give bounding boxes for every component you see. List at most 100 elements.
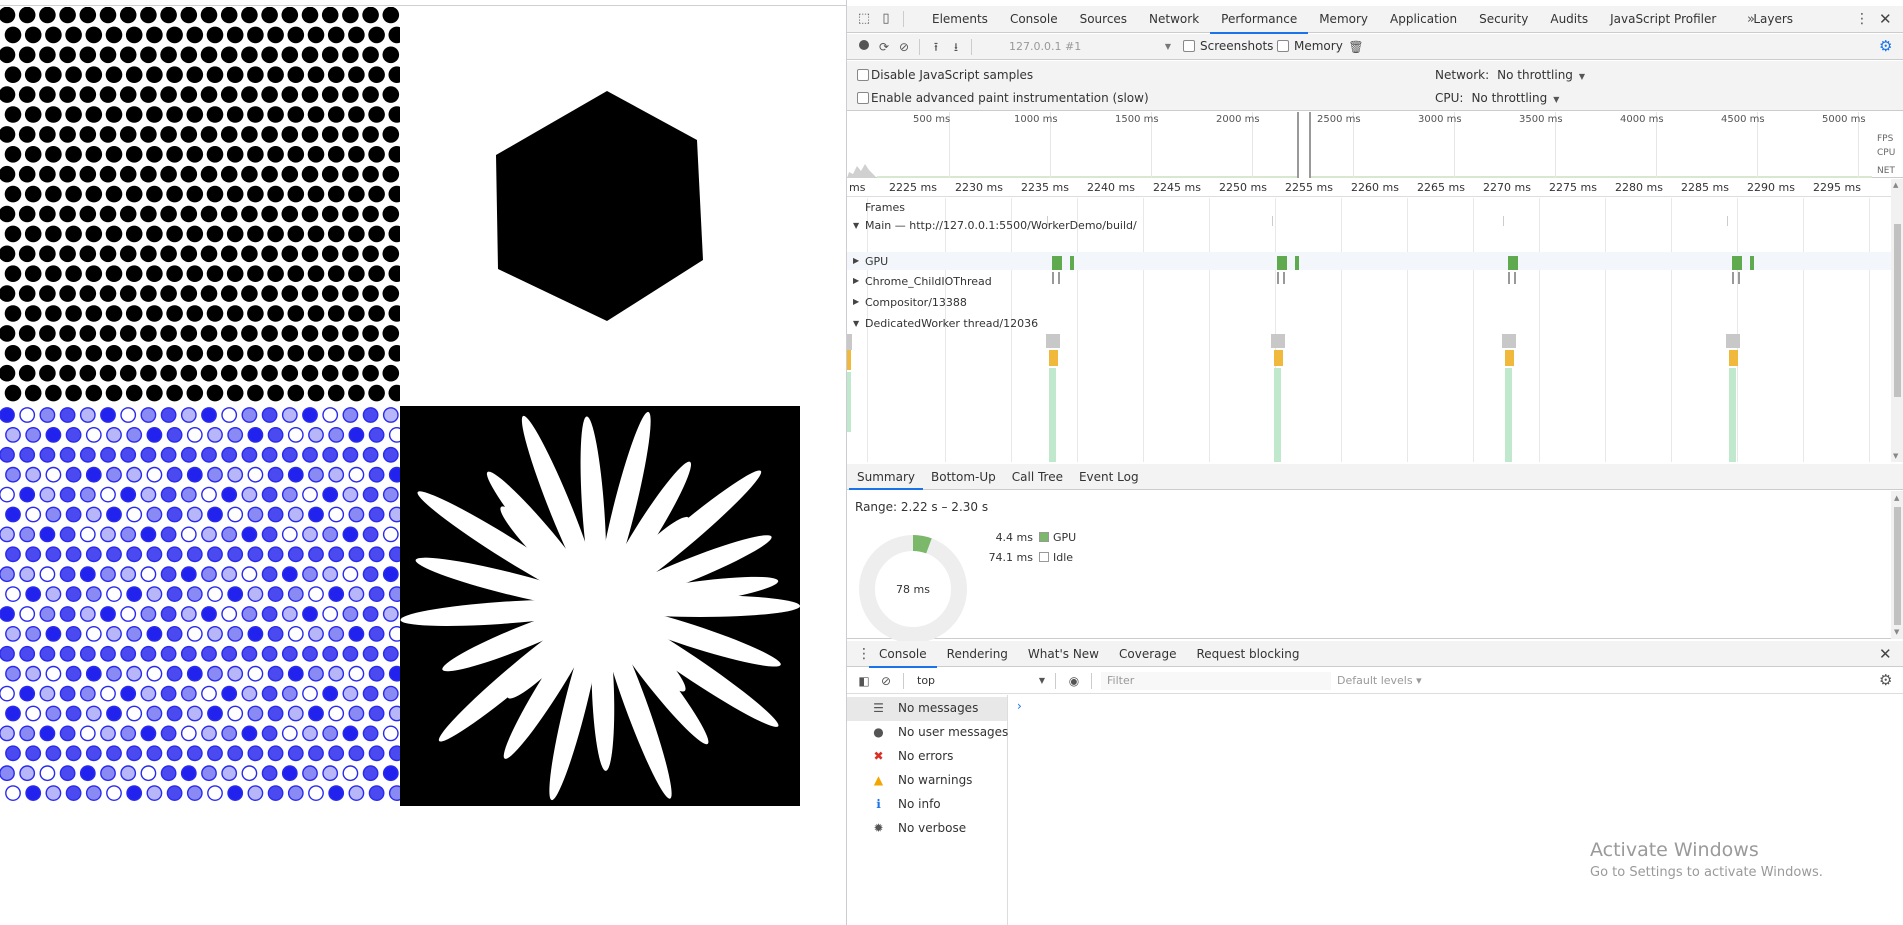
- load-profile-icon[interactable]: ⭱: [927, 38, 945, 56]
- cpu-throttle[interactable]: CPU: No throttling ▼: [1435, 91, 1559, 105]
- clear-icon[interactable]: ⊘: [895, 38, 913, 56]
- close-drawer-icon[interactable]: ✕: [1879, 641, 1892, 667]
- io-thread-track[interactable]: ▶ Chrome_ChildIOThread: [847, 272, 1891, 290]
- tab-javascript-profiler[interactable]: JavaScript Profiler: [1599, 6, 1742, 33]
- tab-sources[interactable]: Sources: [1069, 6, 1138, 33]
- tab-elements[interactable]: Elements: [921, 6, 999, 33]
- gpu-task-bar[interactable]: [1277, 256, 1287, 270]
- worker-script-bar[interactable]: [847, 350, 851, 370]
- tab-application[interactable]: Application: [1379, 6, 1468, 33]
- scrollbar-thumb[interactable]: [1894, 507, 1901, 625]
- console-filter-no-warnings[interactable]: ▲ No warnings: [847, 769, 1007, 793]
- drawer-tab-rendering[interactable]: Rendering: [937, 641, 1018, 667]
- io-task-bar[interactable]: [1508, 272, 1510, 284]
- tab-console[interactable]: Console: [999, 6, 1069, 33]
- more-tabs-button[interactable]: »: [1747, 6, 1755, 33]
- console-settings-gear-icon[interactable]: ⚙: [1879, 671, 1892, 689]
- io-task-bar[interactable]: [1277, 272, 1279, 284]
- console-filter-no-verbose[interactable]: ✹ No verbose: [847, 817, 1007, 841]
- save-profile-icon[interactable]: ⭳: [947, 38, 965, 56]
- main-marker[interactable]: [1503, 216, 1504, 226]
- collapsed-triangle-icon[interactable]: ▶: [853, 256, 859, 265]
- details-tab-summary[interactable]: Summary: [849, 464, 923, 490]
- advanced-paint-checkbox[interactable]: [857, 92, 869, 104]
- reload-record-button[interactable]: ⟳: [875, 38, 893, 56]
- inspect-element-icon[interactable]: ⬚: [855, 10, 873, 28]
- gpu-task-bar[interactable]: [1732, 256, 1742, 270]
- scroll-up-icon[interactable]: ▲: [1893, 181, 1898, 189]
- expanded-triangle-icon[interactable]: ▼: [853, 319, 859, 328]
- tab-security[interactable]: Security: [1468, 6, 1539, 33]
- worker-gc-bar[interactable]: [847, 372, 851, 432]
- main-marker[interactable]: [1727, 216, 1728, 226]
- overview-selection-window[interactable]: [1297, 112, 1311, 178]
- io-task-bar[interactable]: [1052, 272, 1054, 284]
- record-button[interactable]: [855, 38, 873, 56]
- gpu-task-bar[interactable]: [1052, 256, 1062, 270]
- io-task-bar[interactable]: [1738, 272, 1740, 284]
- screenshots-checkbox[interactable]: [1183, 40, 1195, 52]
- worker-task-bar[interactable]: [1726, 334, 1740, 348]
- gpu-task-bar[interactable]: [1070, 256, 1074, 270]
- worker-script-bar[interactable]: [1505, 350, 1514, 366]
- drawer-tab-coverage[interactable]: Coverage: [1109, 641, 1187, 667]
- close-devtools-icon[interactable]: ✕: [1879, 6, 1892, 33]
- main-marker[interactable]: [1272, 216, 1273, 226]
- details-tab-bottom-up[interactable]: Bottom-Up: [923, 464, 1004, 489]
- drawer-tab-what-s-new[interactable]: What's New: [1018, 641, 1109, 667]
- io-task-bar[interactable]: [1058, 272, 1060, 284]
- tab-audits[interactable]: Audits: [1539, 6, 1599, 33]
- gpu-task-bar[interactable]: [1750, 256, 1754, 270]
- console-prompt[interactable]: ›: [1017, 699, 1022, 713]
- worker-task-bar[interactable]: [1502, 334, 1516, 348]
- console-filter-no-user-messages[interactable]: ● No user messages: [847, 721, 1008, 745]
- drawer-tab-console[interactable]: Console: [869, 641, 937, 668]
- worker-task-bar[interactable]: [1271, 334, 1285, 348]
- compositor-track[interactable]: ▶ Compositor/13388: [847, 293, 1891, 311]
- drawer-tab-request-blocking[interactable]: Request blocking: [1187, 641, 1310, 667]
- console-filter-input[interactable]: Filter: [1101, 672, 1331, 690]
- collapsed-triangle-icon[interactable]: ▶: [853, 297, 859, 306]
- capture-settings-gear-icon[interactable]: ⚙: [1879, 37, 1892, 55]
- disable-js-samples-checkbox[interactable]: [857, 69, 869, 81]
- io-task-bar[interactable]: [1283, 272, 1285, 284]
- scroll-up-icon[interactable]: ▲: [1894, 494, 1899, 502]
- worker-gc-bar[interactable]: [1274, 368, 1281, 462]
- details-tab-call-tree[interactable]: Call Tree: [1004, 464, 1071, 489]
- timeline-overview[interactable]: FPS CPU NET 500 ms 1000 ms 1500 ms 2000 ms 2…: [847, 112, 1903, 178]
- main-thread-track[interactable]: ▼ Main — http://127.0.0.1:5500/WorkerDem…: [847, 216, 1891, 236]
- gpu-task-bar[interactable]: [1508, 256, 1518, 270]
- scrollbar-thumb[interactable]: [1894, 224, 1901, 397]
- frames-track[interactable]: Frames: [847, 198, 1891, 216]
- garbage-collect-icon[interactable]: 🗑: [1347, 38, 1365, 56]
- worker-task-bar[interactable]: [847, 334, 852, 350]
- tab-network[interactable]: Network: [1138, 6, 1210, 33]
- io-task-bar[interactable]: [1514, 272, 1516, 284]
- main-marker[interactable]: [1047, 216, 1048, 226]
- recording-select[interactable]: 127.0.0.1 #1 ▼: [1005, 38, 1175, 56]
- network-throttle[interactable]: Network: No throttling ▼: [1435, 68, 1585, 82]
- flame-chart-scrollbar[interactable]: ▲ ▼: [1891, 179, 1903, 462]
- expanded-triangle-icon[interactable]: ▼: [853, 221, 859, 230]
- worker-gc-bar[interactable]: [1505, 368, 1512, 462]
- scroll-down-icon[interactable]: ▼: [1893, 452, 1898, 460]
- tab-memory[interactable]: Memory: [1308, 6, 1379, 33]
- summary-scrollbar[interactable]: ▲ ▼: [1891, 491, 1903, 639]
- console-filter-no-messages[interactable]: ☰ No messages: [847, 697, 1007, 721]
- memory-checkbox[interactable]: [1277, 40, 1289, 52]
- customize-menu-icon[interactable]: ⋮: [1855, 6, 1869, 33]
- worker-gc-bar[interactable]: [1049, 368, 1056, 462]
- worker-script-bar[interactable]: [1049, 350, 1058, 366]
- worker-script-bar[interactable]: [1274, 350, 1283, 366]
- device-toolbar-icon[interactable]: ▯: [877, 10, 895, 28]
- worker-task-bar[interactable]: [1046, 334, 1060, 348]
- collapsed-triangle-icon[interactable]: ▶: [853, 276, 859, 285]
- worker-gc-bar[interactable]: [1729, 368, 1736, 462]
- sidebar-toggle-icon[interactable]: ◧: [855, 672, 873, 690]
- worker-script-bar[interactable]: [1729, 350, 1738, 366]
- flame-chart[interactable]: Frames ▼ Main — http://127.0.0.1:5500/Wo…: [847, 198, 1891, 462]
- gpu-task-bar[interactable]: [1295, 256, 1299, 270]
- console-filter-no-errors[interactable]: ✖ No errors: [847, 745, 1007, 769]
- tab-performance[interactable]: Performance: [1210, 6, 1309, 34]
- live-expression-eye-icon[interactable]: ◉: [1065, 672, 1083, 690]
